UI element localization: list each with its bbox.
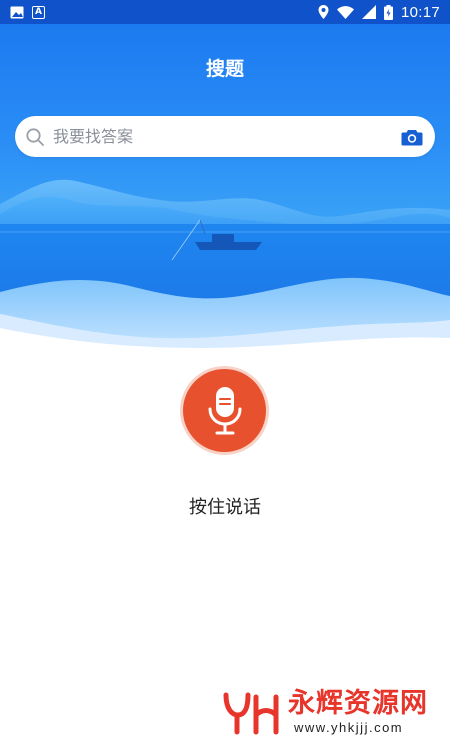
hero-banner: 搜题 — [0, 24, 450, 354]
clock: 10:17 — [400, 3, 440, 21]
microphone-icon — [208, 386, 241, 434]
watermark-url: www.yhkjjj.com — [294, 720, 404, 735]
location-icon — [318, 5, 329, 19]
status-right: 10:17 — [318, 4, 440, 21]
status-left: A — [10, 5, 45, 19]
hold-to-speak-label: 按住说话 — [189, 497, 261, 518]
status-bar: A 10:17 — [0, 0, 450, 24]
signal-icon — [361, 5, 376, 19]
search-bar[interactable] — [15, 116, 435, 157]
watermark-text: 永辉资源网 www.yhkjjj.com — [288, 688, 428, 735]
wifi-icon — [336, 5, 354, 19]
page-title: 搜题 — [205, 58, 244, 80]
watermark-logo-icon — [223, 692, 279, 735]
image-icon — [10, 6, 24, 19]
a-box-icon: A — [32, 5, 45, 19]
camera-icon[interactable] — [401, 128, 423, 146]
watermark: 永辉资源网 www.yhkjjj.com — [222, 688, 428, 735]
battery-icon — [383, 4, 393, 20]
voice-record-button[interactable] — [183, 369, 266, 452]
search-input[interactable] — [53, 127, 401, 146]
search-icon — [26, 127, 44, 146]
watermark-name: 永辉资源网 — [288, 688, 428, 719]
